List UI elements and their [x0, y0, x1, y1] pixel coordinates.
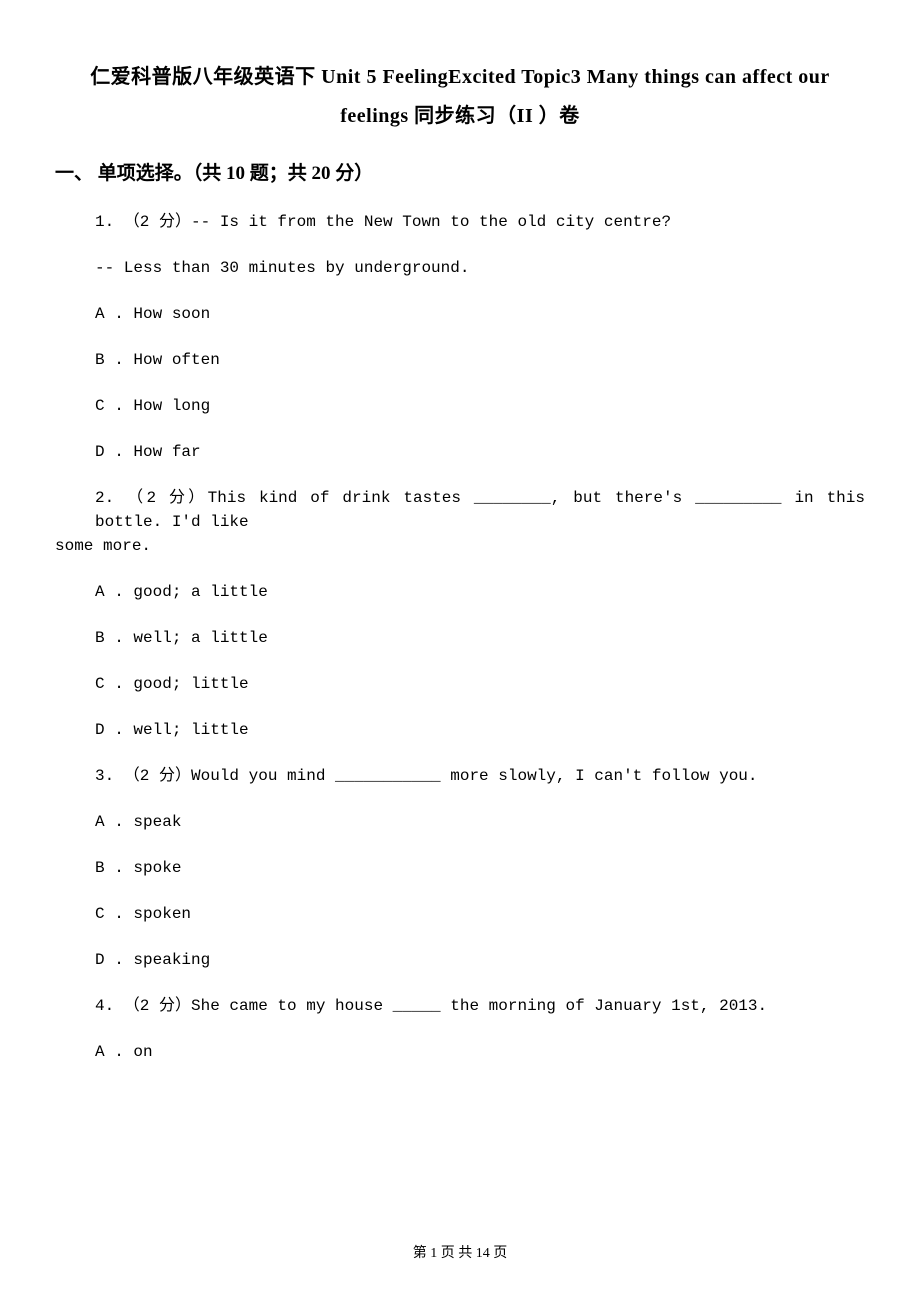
q1-option-b: B . How often: [55, 348, 865, 372]
title-line-1: 仁爱科普版八年级英语下 Unit 5 FeelingExcited Topic3…: [55, 60, 865, 89]
q2-stem-line2: some more.: [55, 534, 865, 558]
q2-option-b: B . well; a little: [55, 626, 865, 650]
section-1-header: 一、 单项选择。（共 10 题；共 20 分）: [55, 158, 865, 185]
q1-continuation: -- Less than 30 minutes by underground.: [55, 256, 865, 280]
q2-option-c: C . good; little: [55, 672, 865, 696]
q2-stem-line1: 2. （2 分）This kind of drink tastes ______…: [55, 486, 865, 534]
q2-option-a: A . good; a little: [55, 580, 865, 604]
q4-option-a: A . on: [55, 1040, 865, 1064]
title-line-2: feelings 同步练习（II ）卷: [55, 99, 865, 128]
page-footer: 第 1 页 共 14 页: [0, 1242, 920, 1262]
q3-option-c: C . spoken: [55, 902, 865, 926]
q1-option-a: A . How soon: [55, 302, 865, 326]
q1-option-c: C . How long: [55, 394, 865, 418]
q3-stem: 3. （2 分）Would you mind ___________ more …: [55, 764, 865, 788]
q3-option-b: B . spoke: [55, 856, 865, 880]
q3-option-a: A . speak: [55, 810, 865, 834]
q4-stem: 4. （2 分）She came to my house _____ the m…: [55, 994, 865, 1018]
q1-stem: 1. （2 分）-- Is it from the New Town to th…: [55, 210, 865, 234]
q2-stem: 2. （2 分）This kind of drink tastes ______…: [55, 486, 865, 558]
q2-option-d: D . well; little: [55, 718, 865, 742]
q3-option-d: D . speaking: [55, 948, 865, 972]
q1-option-d: D . How far: [55, 440, 865, 464]
